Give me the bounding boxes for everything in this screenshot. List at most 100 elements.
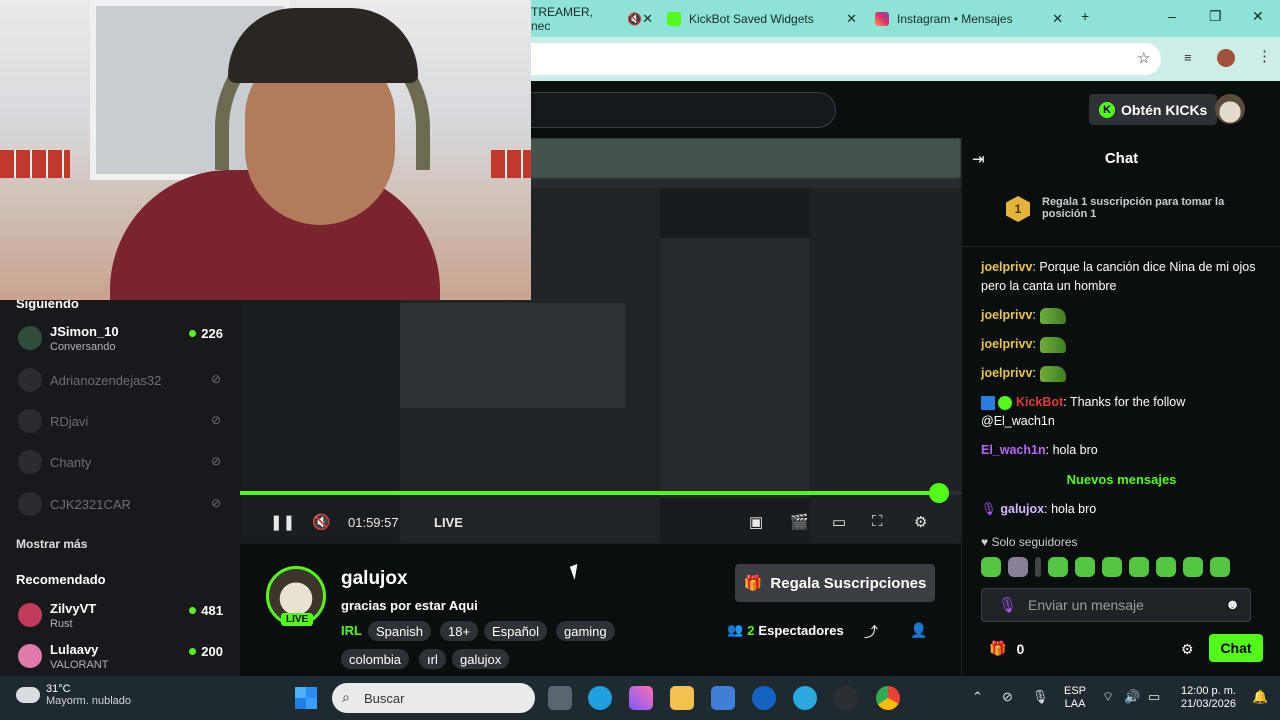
pinned-text: Regala 1 suscripción para tomar la posic… xyxy=(1042,196,1225,220)
wifi-icon[interactable]: ⌔ xyxy=(1102,689,1114,705)
sidebar-item-adrianozendejas[interactable]: Adrianozendejas32 ⊘ xyxy=(18,364,233,396)
miniplayer-icon[interactable]: ▣ xyxy=(749,513,763,531)
star-icon[interactable]: ☆ xyxy=(1137,49,1150,67)
sidebar-item-cjk2321car[interactable]: CJK2321CAR ⊘ xyxy=(18,488,233,520)
close-icon[interactable]: ✕ xyxy=(1052,11,1063,27)
tag[interactable]: Spanish xyxy=(368,621,431,641)
chat-username[interactable]: El_wach1n xyxy=(981,443,1046,457)
gift-subs-button[interactable]: 🎁 Regala Suscripciones xyxy=(735,564,935,602)
chat-input-box[interactable]: 🎙 ☻ xyxy=(981,588,1251,622)
sidebar-item-zilvyvt[interactable]: ZilvyVT Rust 481 xyxy=(18,599,233,631)
tab-instagram[interactable]: Instagram • Mensajes ✕ xyxy=(875,8,1063,30)
microphone-icon[interactable]: 🎙 xyxy=(1032,689,1049,705)
channel-points[interactable]: 🎁 0 xyxy=(989,640,1024,657)
emote-icon[interactable] xyxy=(981,557,1001,577)
network-off-icon[interactable]: ⊘ xyxy=(1002,689,1013,705)
weather-desc: Mayorm. nublado xyxy=(46,695,131,707)
emote-icon[interactable] xyxy=(1048,557,1068,577)
emote-icon[interactable] xyxy=(1156,557,1176,577)
tag[interactable]: colombia xyxy=(341,649,410,669)
theater-mode-icon[interactable]: ▭ xyxy=(832,513,846,531)
close-icon[interactable]: ✕ xyxy=(846,11,857,27)
chat-settings-gear-icon[interactable]: ⚙ xyxy=(1181,641,1194,658)
maximize-button[interactable]: ❐ xyxy=(1209,8,1222,25)
emoji-icon[interactable]: ☻ xyxy=(1225,596,1240,612)
taskbar-search[interactable]: ⌕ Buscar xyxy=(332,683,535,713)
sidebar-item-jsimon[interactable]: JSimon_10 Conversando 226 xyxy=(18,322,233,354)
chat-username[interactable]: joelprivv xyxy=(981,308,1032,322)
send-chat-button[interactable]: Chat xyxy=(1209,634,1263,662)
emote-icon[interactable] xyxy=(1129,557,1149,577)
tag[interactable]: 18+ xyxy=(440,621,479,641)
category-link[interactable]: IRL xyxy=(341,623,362,638)
search-input[interactable] xyxy=(529,92,836,128)
obs-icon[interactable] xyxy=(834,686,858,710)
settings-gear-icon[interactable]: ⚙ xyxy=(914,513,927,531)
language-indicator[interactable]: ESP LAA xyxy=(1064,685,1086,711)
chat-text: hola bro xyxy=(1051,502,1097,516)
clip-icon[interactable]: 🎬 xyxy=(790,513,809,531)
show-more-link[interactable]: Mostrar más xyxy=(16,537,87,551)
notification-icon[interactable]: 🔔 xyxy=(1252,689,1268,705)
battery-icon[interactable]: ▭ xyxy=(1148,689,1160,705)
close-window-button[interactable]: ✕ xyxy=(1252,8,1264,25)
clock[interactable]: 12:00 p. m. 21/03/2026 xyxy=(1180,685,1236,711)
chat-username[interactable]: joelprivv xyxy=(981,366,1032,380)
sidebar-item-lulaavy[interactable]: Lulaavy VALORANT 200 xyxy=(18,640,233,672)
profile-avatar[interactable] xyxy=(1217,49,1235,67)
emote-icon[interactable] xyxy=(1183,557,1203,577)
avatar xyxy=(18,409,42,433)
channel-name: Adrianozendejas32 xyxy=(50,373,162,388)
streamer-name[interactable]: galujox xyxy=(341,568,408,590)
copilot-icon[interactable] xyxy=(629,686,653,710)
share-icon[interactable]: ⤴ xyxy=(864,622,878,642)
sidebar-item-rdjavi[interactable]: RDjavi ⊘ xyxy=(18,405,233,437)
windows-start-icon[interactable] xyxy=(295,687,317,709)
task-view-icon[interactable] xyxy=(548,686,572,710)
tag[interactable]: gaming xyxy=(556,621,615,641)
chat-username[interactable]: joelprivv xyxy=(981,337,1032,351)
weather-widget[interactable]: 31°C Mayorm. nublado xyxy=(16,683,131,707)
minimize-button[interactable]: – xyxy=(1168,8,1176,24)
chat-username[interactable]: galujox xyxy=(1000,502,1044,516)
chat-username[interactable]: joelprivv xyxy=(981,260,1032,274)
emote-icon[interactable] xyxy=(1210,557,1230,577)
emote-icon[interactable] xyxy=(1102,557,1122,577)
tag[interactable]: Español xyxy=(484,621,547,641)
url-field[interactable] xyxy=(531,43,1161,75)
tag[interactable]: galujox xyxy=(452,649,510,669)
get-kicks-button[interactable]: K Obtén KICKs xyxy=(1089,94,1218,125)
store-icon[interactable] xyxy=(711,686,735,710)
mute-icon[interactable]: 🔇 xyxy=(312,513,331,531)
user-avatar[interactable] xyxy=(1215,94,1245,124)
edge-icon[interactable] xyxy=(588,686,612,710)
hp-icon[interactable] xyxy=(752,686,776,710)
browser-app-icon[interactable] xyxy=(793,686,817,710)
volume-icon[interactable]: 🔊 xyxy=(1124,689,1140,705)
tab-kickbot[interactable]: KickBot Saved Widgets ✕ xyxy=(667,8,857,30)
chat-input[interactable] xyxy=(1028,597,1218,613)
chat-username[interactable]: KickBot xyxy=(1016,395,1063,409)
sidebar-item-chanty[interactable]: Chanty ⊘ xyxy=(18,446,233,478)
follow-user-icon[interactable]: 👤 xyxy=(910,622,927,639)
media-control-icon[interactable]: ≡ xyxy=(1184,50,1192,65)
tag[interactable]: ırl xyxy=(419,649,446,669)
chrome-icon[interactable] xyxy=(876,686,900,710)
emote-icon[interactable] xyxy=(1075,557,1095,577)
new-tab-button[interactable]: + xyxy=(1081,8,1089,24)
temperature: 31°C xyxy=(46,683,71,695)
emote-icon[interactable] xyxy=(1035,557,1041,577)
pause-icon[interactable]: ❚❚ xyxy=(270,513,295,531)
file-explorer-icon[interactable] xyxy=(670,686,694,710)
pinned-gift-goal[interactable]: 1 Regala 1 suscripción para tomar la pos… xyxy=(1006,196,1246,222)
microphone-icon[interactable]: 🎙 xyxy=(998,596,1017,614)
close-icon[interactable]: ✕ xyxy=(642,11,653,27)
speaker-muted-icon[interactable]: 🔇 xyxy=(627,12,642,26)
tab-streamer[interactable]: TREAMER, nec 🔇 ✕ xyxy=(531,5,653,33)
fullscreen-icon[interactable]: ⛶ xyxy=(872,513,883,530)
menu-icon[interactable]: ⋮ xyxy=(1257,47,1272,65)
new-messages-divider[interactable]: Nuevos mensajes xyxy=(962,472,1280,487)
chevron-up-icon[interactable]: ⌃ xyxy=(972,689,983,705)
channel-name: RDjavi xyxy=(50,414,89,429)
emote-icon[interactable] xyxy=(1008,557,1028,577)
